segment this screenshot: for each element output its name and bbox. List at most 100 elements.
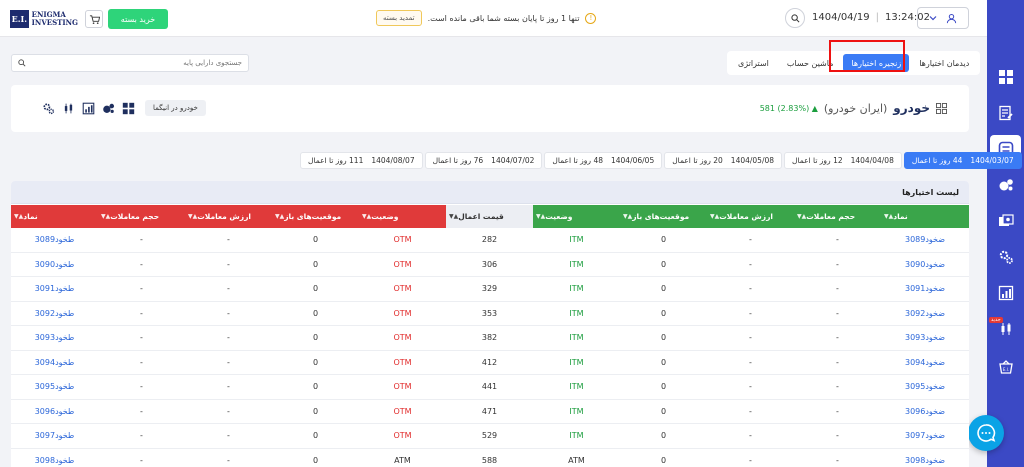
- call-status-cell: ITM: [569, 406, 584, 416]
- put-status-cell: OTM: [393, 431, 412, 441]
- top-bar: E.I. Enigma Investing خرید بسته تمدید بس…: [0, 0, 987, 37]
- table-row[interactable]: طخود3094 - - 0 OTM 412 ITM 0 - - ضخود3094: [11, 351, 969, 375]
- call-symbol-cell[interactable]: ضخود3092: [881, 302, 969, 326]
- call-symbol-cell[interactable]: ضخود3098: [881, 449, 969, 467]
- sidebar-item-basket[interactable]: E.I.: [987, 353, 1024, 381]
- expiry-tab[interactable]: 1404/08/07 111 روز تا اعمال: [300, 152, 423, 169]
- put-symbol-cell[interactable]: طخود3097: [11, 424, 98, 448]
- call-open-interest-cell: 0: [660, 431, 667, 441]
- call-symbol-cell[interactable]: ضخود3094: [881, 351, 969, 375]
- call-symbol-cell[interactable]: ضخود3093: [881, 326, 969, 350]
- dashboard-tool[interactable]: [121, 101, 135, 115]
- expiry-tab[interactable]: 1404/03/07 44 روز تا اعمال: [903, 152, 1022, 169]
- support-chat-button[interactable]: [968, 415, 1004, 451]
- put-symbol-cell[interactable]: طخود3093: [11, 326, 98, 350]
- expiry-tab[interactable]: 1404/06/05 48 روز تا اعمال: [544, 152, 663, 169]
- expiry-tab[interactable]: 1404/04/08 12 روز تا اعمال: [784, 152, 902, 169]
- header-strike[interactable]: قیمت اعمال ▲▼: [446, 205, 533, 228]
- put-open-interest-cell: 0: [312, 308, 319, 318]
- header-call-symbol[interactable]: نماد ▲▼: [881, 205, 969, 228]
- candles-tool[interactable]: [61, 101, 75, 115]
- asset-search-box[interactable]: [11, 54, 249, 72]
- strike-cell: 306: [481, 259, 498, 269]
- buy-package-button[interactable]: خرید بسته: [108, 9, 168, 29]
- call-symbol-cell[interactable]: ضخود3097: [881, 424, 969, 448]
- asset-in-enigma-button[interactable]: خودرو در انیگما: [145, 100, 206, 116]
- chat-icon: [977, 424, 996, 442]
- put-symbol-cell[interactable]: طخود3091: [11, 277, 98, 301]
- logo[interactable]: E.I. Enigma Investing: [10, 9, 78, 29]
- call-open-interest-cell: 0: [660, 406, 667, 416]
- sidebar-item-dashboard[interactable]: [987, 63, 1024, 91]
- header-call-value[interactable]: ارزش معاملات ▲▼: [707, 205, 794, 228]
- sidebar-item-candles[interactable]: جدید: [987, 315, 1024, 343]
- header-put-open-interest[interactable]: موقعیت‌های باز ▲▼: [272, 205, 359, 228]
- chart-tool[interactable]: [81, 101, 95, 115]
- sidebar-item-charts[interactable]: [987, 279, 1024, 307]
- renew-package-button[interactable]: تمدید بسته: [376, 10, 422, 26]
- gears-tool[interactable]: [41, 101, 55, 115]
- call-open-interest-cell: 0: [660, 308, 667, 318]
- pie-chart-icon: [102, 103, 114, 113]
- tab-options-view[interactable]: دیدمان اختیارها: [911, 54, 977, 72]
- header-put-status[interactable]: وضعیت ▲▼: [359, 205, 446, 228]
- expiry-tab[interactable]: 1404/07/02 76 روز تا اعمال: [424, 152, 543, 169]
- sidebar-item-settings[interactable]: [987, 243, 1024, 271]
- call-status-cell: ATM: [568, 455, 585, 465]
- table-row[interactable]: طخود3089 - - 0 OTM 282 ITM 0 - - ضخود3089: [11, 228, 969, 253]
- expiry-tab[interactable]: 1404/05/08 20 روز تا اعمال: [664, 152, 783, 169]
- put-status-cell: OTM: [393, 284, 412, 294]
- put-open-interest-cell: 0: [312, 357, 319, 367]
- header-label: وضعیت: [371, 212, 399, 221]
- header-call-open-interest[interactable]: موقعیت‌های باز ▲▼: [620, 205, 707, 228]
- call-symbol-cell[interactable]: ضخود3095: [881, 375, 969, 399]
- asset-search-input[interactable]: [26, 59, 242, 67]
- put-symbol-cell[interactable]: طخود3096: [11, 400, 98, 424]
- money-stack-icon: [998, 214, 1014, 226]
- put-volume-cell: -: [140, 259, 143, 269]
- table-row[interactable]: طخود3090 - - 0 OTM 306 ITM 0 - - ضخود3090: [11, 253, 969, 277]
- header-put-value[interactable]: ارزش معاملات ▲▼: [185, 205, 272, 228]
- expiry-date: 1404/04/08: [850, 156, 894, 165]
- call-status-cell: ITM: [569, 259, 584, 269]
- table-row[interactable]: طخود3095 - - 0 OTM 441 ITM 0 - - ضخود3095: [11, 375, 969, 400]
- call-symbol-cell[interactable]: ضخود3090: [881, 253, 969, 277]
- table-header-row: نماد ▲▼ حجم معاملات ▲▼ ارزش معاملات ▲▼ موقع…: [11, 205, 969, 228]
- table-row[interactable]: طخود3093 - - 0 OTM 382 ITM 0 - - ضخود3093: [11, 326, 969, 351]
- tab-strategy[interactable]: استراتژی: [730, 54, 777, 72]
- header-call-volume[interactable]: حجم معاملات ▲▼: [794, 205, 881, 228]
- call-symbol-cell[interactable]: ضخود3096: [881, 400, 969, 424]
- cart-button[interactable]: [85, 10, 103, 28]
- grid-icon[interactable]: [936, 102, 947, 114]
- call-value-cell: -: [749, 431, 752, 441]
- call-volume-cell: -: [836, 235, 839, 245]
- put-symbol-cell[interactable]: طخود3098: [11, 449, 98, 467]
- call-symbol-cell[interactable]: ضخود3091: [881, 277, 969, 301]
- table-row[interactable]: طخود3092 - - 0 OTM 353 ITM 0 - - ضخود3092: [11, 302, 969, 326]
- header-call-status[interactable]: وضعیت ▲▼: [533, 205, 620, 228]
- user-menu-button[interactable]: [917, 7, 969, 29]
- put-symbol-cell[interactable]: طخود3094: [11, 351, 98, 375]
- sort-icon: ▲▼: [449, 213, 459, 220]
- put-symbol-cell[interactable]: طخود3095: [11, 375, 98, 399]
- put-symbol-cell[interactable]: طخود3090: [11, 253, 98, 277]
- strike-cell: 441: [481, 382, 498, 392]
- call-symbol-cell[interactable]: ضخود3089: [881, 228, 969, 252]
- table-row[interactable]: طخود3097 - - 0 OTM 529 ITM 0 - - ضخود3097: [11, 424, 969, 449]
- sort-icon: ▲▼: [101, 213, 111, 220]
- sidebar-item-money[interactable]: [987, 207, 1024, 235]
- user-icon: [947, 13, 957, 23]
- header-put-symbol[interactable]: نماد ▲▼: [11, 205, 98, 228]
- pie-tool[interactable]: [101, 101, 115, 115]
- sidebar-item-pie-chart[interactable]: [987, 171, 1024, 199]
- sort-icon: ▲▼: [362, 213, 372, 220]
- table-row[interactable]: طخود3096 - - 0 OTM 471 ITM 0 - - ضخود3096: [11, 400, 969, 424]
- table-row[interactable]: طخود3091 - - 0 OTM 329 ITM 0 - - ضخود3091: [11, 277, 969, 302]
- global-search-button[interactable]: [785, 8, 805, 28]
- sidebar-item-edit-list[interactable]: [987, 99, 1024, 127]
- put-symbol-cell[interactable]: طخود3092: [11, 302, 98, 326]
- table-row[interactable]: طخود3098 - - 0 ATM 588 ATM 0 - - ضخود3098: [11, 449, 969, 467]
- put-symbol-cell[interactable]: طخود3089: [11, 228, 98, 252]
- header-put-volume[interactable]: حجم معاملات ▲▼: [98, 205, 185, 228]
- asset-title: خودرو (ایران خودرو) 581 (2.83%) ▲: [760, 101, 947, 115]
